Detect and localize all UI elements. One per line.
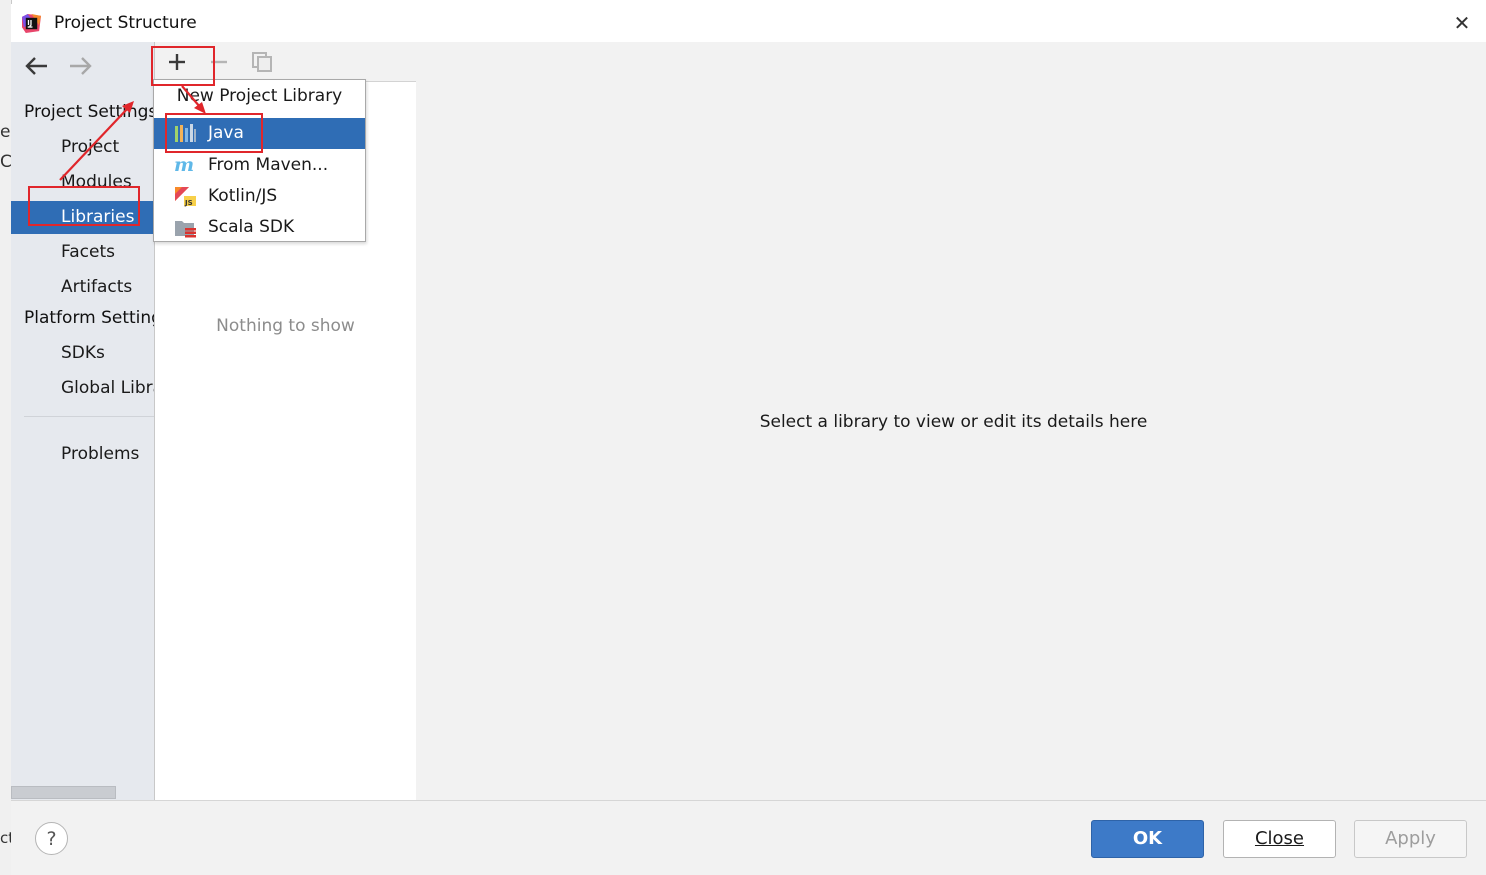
close-button-label: Close [1254,828,1305,849]
popup-item-kotlin-js[interactable]: JS Kotlin/JS [154,181,365,212]
close-icon[interactable]: ✕ [1449,10,1475,36]
close-button[interactable]: Close [1223,820,1336,858]
apply-button[interactable]: Apply [1354,820,1467,858]
popup-item-label: From Maven... [208,155,329,175]
sidebar-item-global-libraries[interactable]: Global Libraries [11,372,154,405]
annotation-box-java [165,113,263,153]
footer-divider [11,800,1486,801]
section-project-settings: Project Settings [24,102,154,122]
popup-item-label: Scala SDK [208,217,295,237]
sidebar-divider [24,416,154,417]
sidebar: Project Settings Project Modules Librari… [11,42,154,800]
help-button[interactable]: ? [35,822,68,855]
maven-icon: m [174,155,194,176]
annotation-box-libraries [28,186,140,226]
sidebar-horizontal-scrollbar[interactable] [11,786,116,799]
sidebar-item-problems[interactable]: Problems [11,438,154,471]
ok-button[interactable]: OK [1091,820,1204,858]
kotlin-js-icon: JS [175,187,196,207]
popup-title: New Project Library [176,86,343,106]
detail-placeholder-text: Select a library to view or edit its det… [759,412,1148,432]
svg-text:m: m [174,155,194,176]
popup-item-from-maven[interactable]: m From Maven... [154,150,365,181]
empty-list-text: Nothing to show [216,316,355,336]
dialog-title: Project Structure [54,13,197,33]
scala-sdk-icon [175,221,196,238]
detail-panel: Select a library to view or edit its det… [416,42,1486,800]
popup-item-label: Kotlin/JS [208,186,278,206]
copy-icon[interactable] [250,50,274,74]
sidebar-item-sdks[interactable]: SDKs [11,337,154,370]
background-text-fragment: e [0,122,11,142]
title-bar: IJ Project Structure ✕ [11,4,1486,42]
intellij-idea-icon: IJ [22,14,41,33]
popup-item-scala-sdk[interactable]: Scala SDK [154,212,365,243]
back-arrow-icon[interactable] [22,54,52,78]
section-platform-settings: Platform Settings [24,308,154,328]
annotation-box-add [151,46,215,86]
svg-text:IJ: IJ [27,19,32,27]
sidebar-item-artifacts[interactable]: Artifacts [11,271,154,304]
svg-text:JS: JS [184,199,193,207]
sidebar-item-facets[interactable]: Facets [11,236,154,269]
sidebar-item-project[interactable]: Project [11,131,154,164]
forward-arrow-icon[interactable] [65,54,95,78]
new-project-library-popup: New Project Library Java m From Maven...… [153,79,366,242]
